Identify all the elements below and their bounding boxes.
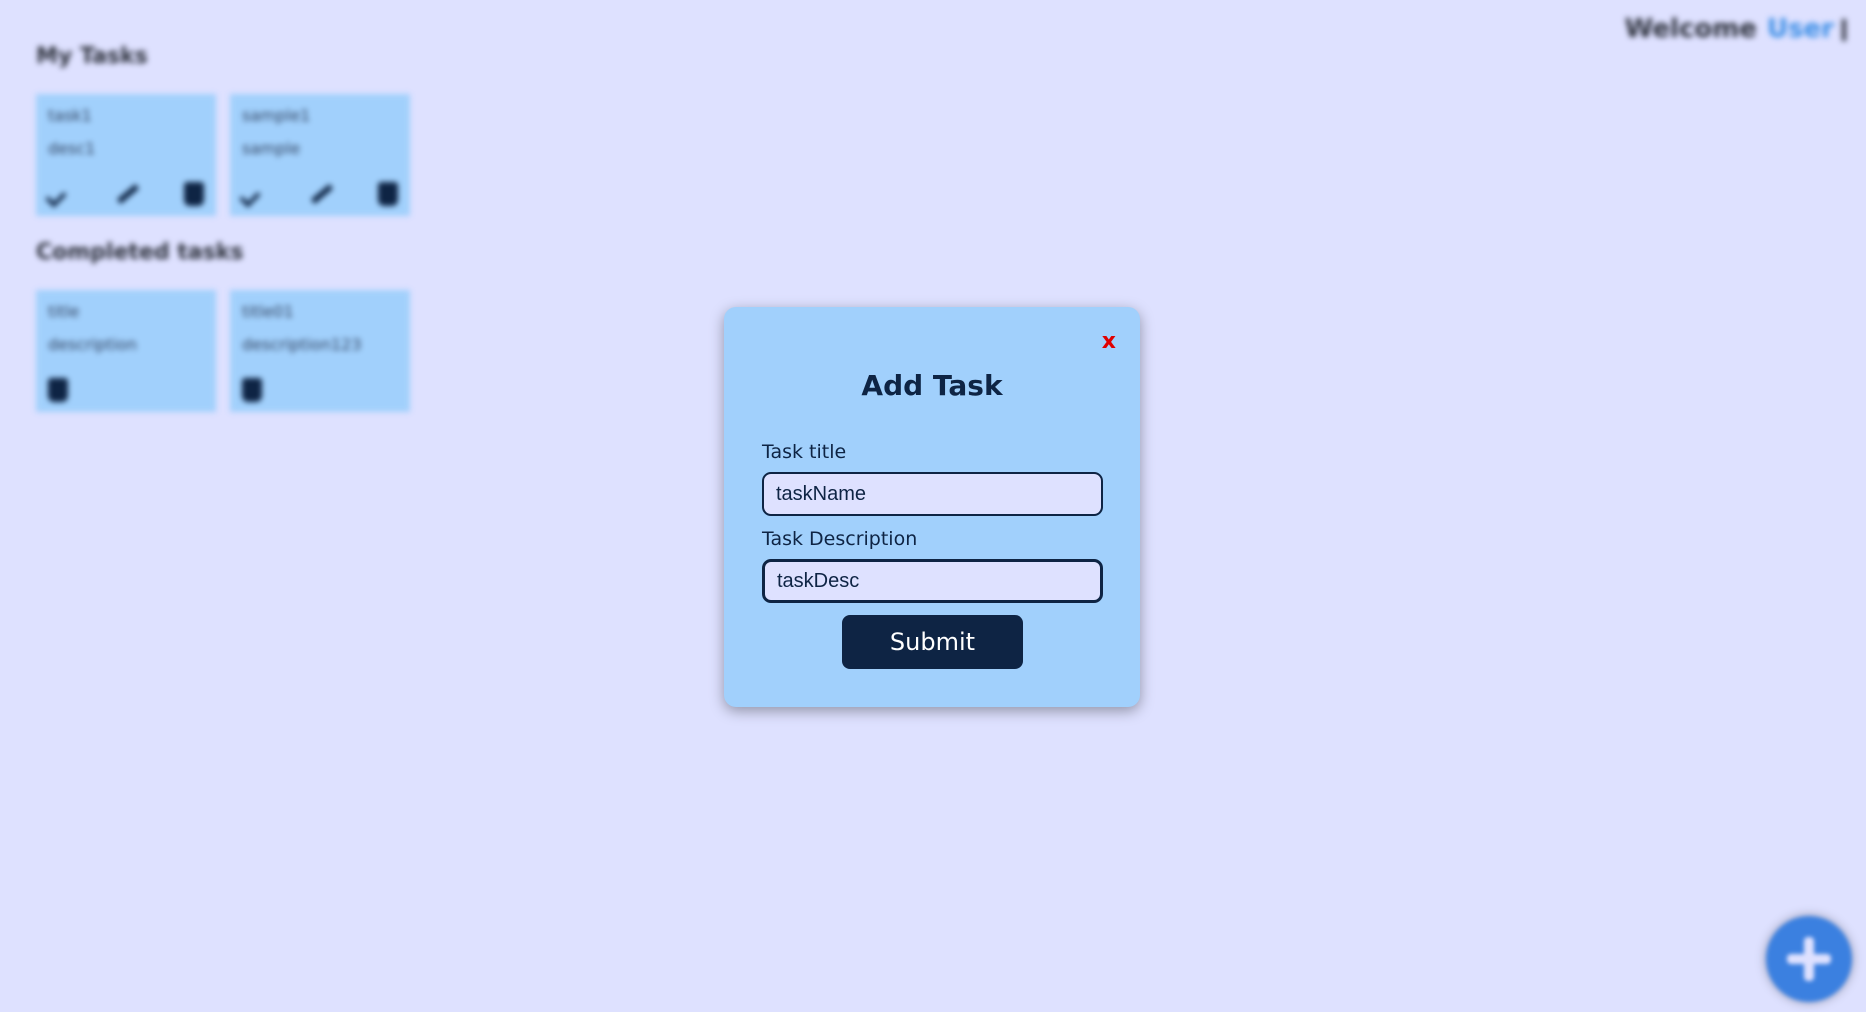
task-title-input[interactable] (762, 472, 1103, 516)
task-description: description123 (242, 335, 362, 354)
task-card: sample1 sample (230, 94, 410, 216)
my-tasks-list: task1 desc1 sample1 sample (36, 94, 410, 216)
modal-title: Add Task (861, 369, 1003, 402)
close-button[interactable]: x (1102, 329, 1116, 354)
task-title: task1 (48, 106, 92, 125)
task-title: sample1 (242, 106, 311, 125)
completed-tasks-heading: Completed tasks (36, 240, 244, 265)
task-actions (48, 182, 204, 206)
add-task-modal: x Add Task Task title Task Description S… (724, 307, 1140, 707)
task-title-label: Task title (762, 441, 847, 463)
logout-icon[interactable] (1842, 18, 1856, 41)
task-card: task1 desc1 (36, 94, 216, 216)
pencil-icon[interactable] (308, 183, 334, 205)
trash-icon[interactable] (48, 378, 68, 402)
user-name-link[interactable]: User (1767, 14, 1834, 44)
task-actions (242, 378, 398, 402)
welcome-text: Welcome (1624, 14, 1757, 44)
submit-button[interactable]: Submit (842, 615, 1023, 669)
task-actions (48, 378, 204, 402)
task-description-input[interactable] (762, 559, 1103, 603)
pencil-icon[interactable] (114, 183, 140, 205)
completed-task-card: title description (36, 290, 216, 412)
completed-tasks-list: title description title01 description123 (36, 290, 410, 412)
task-description-label: Task Description (762, 528, 918, 550)
task-title: title01 (242, 302, 294, 321)
completed-task-card: title01 description123 (230, 290, 410, 412)
trash-icon[interactable] (242, 378, 262, 402)
check-icon[interactable] (48, 186, 70, 202)
task-description: description (48, 335, 137, 354)
trash-icon[interactable] (184, 182, 204, 206)
welcome-header: Welcome User (1625, 14, 1856, 44)
check-icon[interactable] (242, 186, 264, 202)
my-tasks-heading: My Tasks (36, 44, 148, 69)
task-actions (242, 182, 398, 206)
add-task-fab[interactable] (1766, 916, 1852, 1002)
trash-icon[interactable] (378, 182, 398, 206)
task-description: sample (242, 139, 301, 158)
task-description: desc1 (48, 139, 96, 158)
task-title: title (48, 302, 80, 321)
